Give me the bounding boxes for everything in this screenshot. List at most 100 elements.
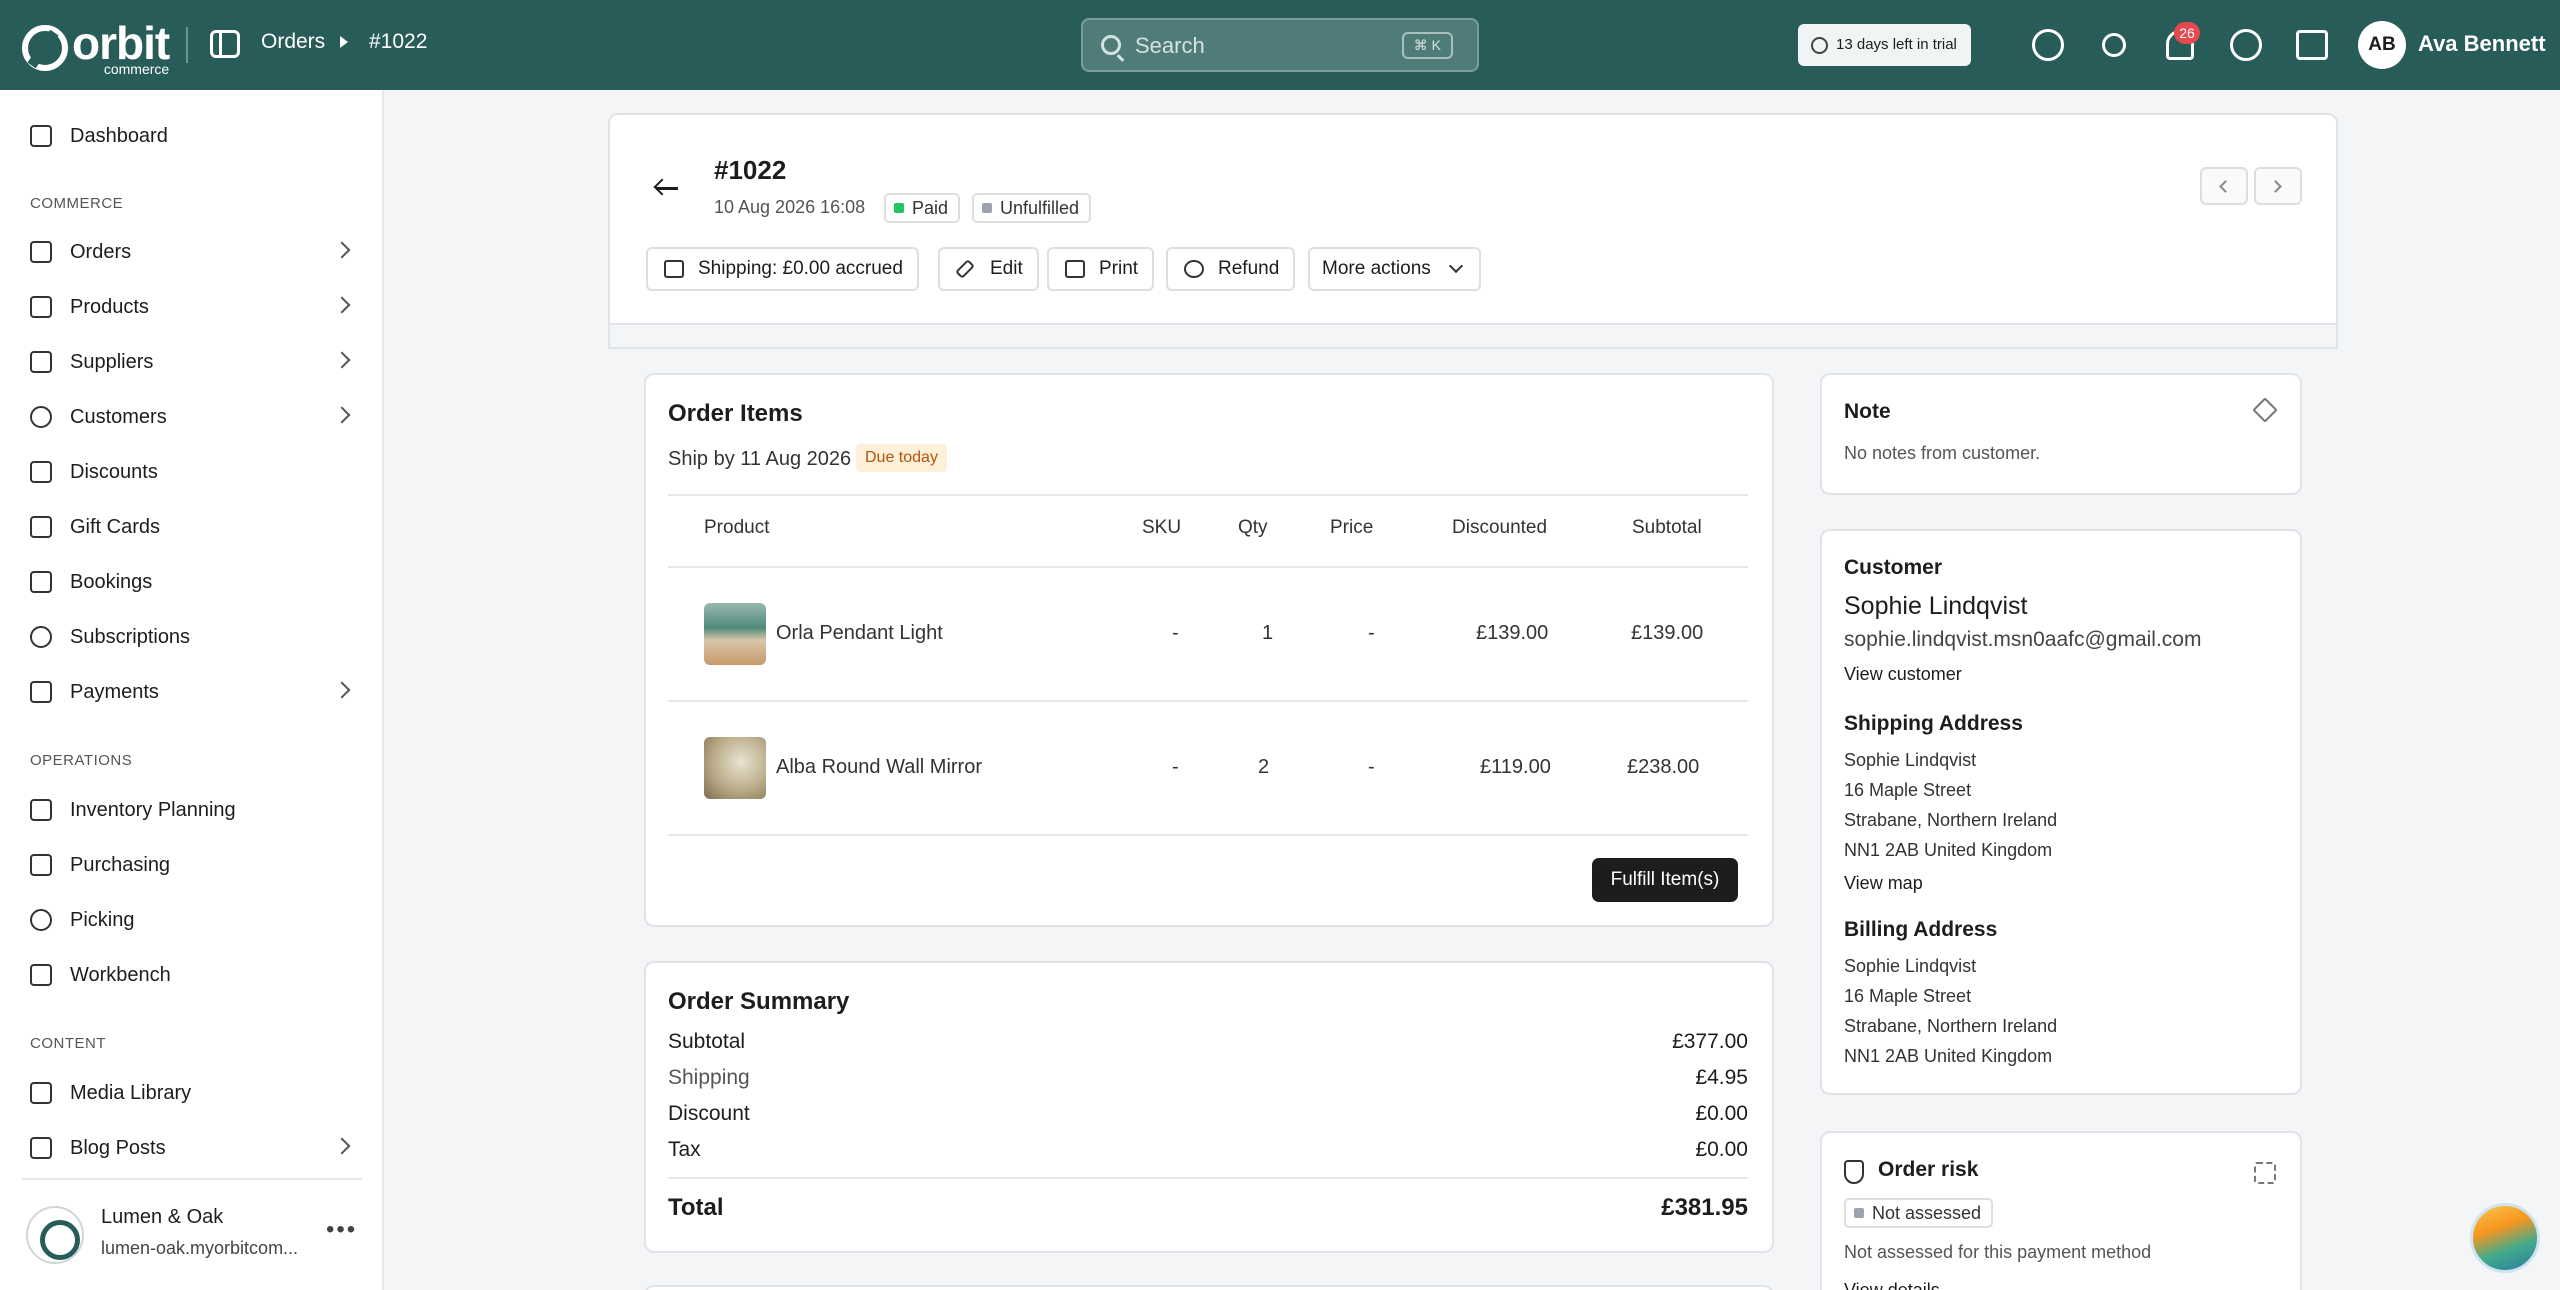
section-operations: OPERATIONS xyxy=(30,752,133,769)
store-logo[interactable] xyxy=(26,1206,84,1264)
assistant-launcher-icon[interactable] xyxy=(2470,1203,2540,1273)
summary-value: £381.95 xyxy=(1661,1194,1748,1221)
box-icon xyxy=(30,296,52,318)
row-subtotal: £238.00 xyxy=(1627,756,1700,778)
feedback-icon[interactable] xyxy=(2032,29,2064,61)
search-input[interactable] xyxy=(1135,28,1375,64)
summary-value: £377.00 xyxy=(1672,1030,1748,1053)
column-product: Product xyxy=(704,517,770,538)
edit-button[interactable]: Edit xyxy=(938,247,1039,291)
risk-text: Not assessed for this payment method xyxy=(1844,1242,2152,1262)
billing-address-line: Strabane, Northern Ireland xyxy=(1844,1016,2058,1036)
scan-icon[interactable] xyxy=(2254,1162,2276,1184)
breadcrumb-current: #1022 xyxy=(369,30,428,53)
section-content: CONTENT xyxy=(30,1035,106,1052)
row-sku: - xyxy=(1172,756,1179,778)
row-qty: 2 xyxy=(1258,756,1270,778)
row-sku: - xyxy=(1172,622,1179,644)
chevron-right-icon xyxy=(333,681,351,699)
previous-order-button[interactable] xyxy=(2200,167,2248,205)
order-date: 10 Aug 2026 16:08 xyxy=(714,197,866,217)
print-button[interactable]: Print xyxy=(1047,247,1155,291)
product-thumbnail[interactable] xyxy=(704,603,766,665)
chevron-right-icon xyxy=(333,296,351,314)
notification-count-badge: 26 xyxy=(2174,22,2200,44)
sidebar-item-gift-cards[interactable]: Gift Cards xyxy=(30,511,360,543)
sidebar-item-label: Inventory Planning xyxy=(70,798,236,821)
product-name[interactable]: Alba Round Wall Mirror xyxy=(776,756,982,779)
chevron-left-icon xyxy=(2219,180,2232,193)
sidebar-item-blog-posts[interactable]: Blog Posts xyxy=(30,1132,360,1164)
not-assessed-badge: Not assessed xyxy=(1844,1198,1994,1228)
search-bar[interactable]: ⌘ K xyxy=(1081,18,1479,72)
calendar-icon xyxy=(30,571,52,593)
chevron-right-icon xyxy=(333,351,351,369)
sidebar-item-picking[interactable]: Picking xyxy=(30,904,360,936)
table-divider xyxy=(668,834,1748,836)
building-icon xyxy=(30,351,52,373)
fulfill-items-button[interactable]: Fulfill Item(s) xyxy=(1592,858,1738,902)
user-avatar[interactable]: AB xyxy=(2358,21,2406,69)
summary-label: Shipping xyxy=(668,1066,750,1089)
sidebar-item-workbench[interactable]: Workbench xyxy=(30,959,360,991)
customer-title: Customer xyxy=(1844,556,1943,579)
next-order-button[interactable] xyxy=(2254,167,2302,205)
box-icon xyxy=(30,854,52,876)
header-card-base xyxy=(608,325,2338,349)
sidebar-toggle-icon[interactable] xyxy=(210,30,240,58)
image-icon xyxy=(30,1082,52,1104)
map-pin-icon xyxy=(30,909,52,931)
breadcrumb-orders[interactable]: Orders xyxy=(261,30,325,54)
sidebar-item-subscriptions[interactable]: Subscriptions xyxy=(30,621,360,653)
summary-subtotal-row: Subtotal £377.00 xyxy=(668,1030,1748,1054)
order-items-title: Order Items xyxy=(668,400,803,427)
shipping-accrued-button[interactable]: Shipping: £0.00 accrued xyxy=(646,247,919,291)
view-customer-link[interactable]: View customer xyxy=(1844,664,1962,685)
sidebar-item-suppliers[interactable]: Suppliers xyxy=(30,346,360,378)
store-name[interactable]: Lumen & Oak xyxy=(101,1206,223,1229)
sidebar-item-products[interactable]: Products xyxy=(30,291,360,323)
view-risk-details-link[interactable]: View details xyxy=(1844,1280,1940,1290)
tag-icon xyxy=(30,461,52,483)
customer-email[interactable]: sophie.lindqvist.msn0aafc@gmail.com xyxy=(1844,628,2201,652)
orbit-logo-icon xyxy=(22,25,68,71)
orbit-logo[interactable]: orbit commerce xyxy=(22,17,170,76)
search-icon xyxy=(1101,35,1121,55)
product-thumbnail[interactable] xyxy=(704,737,766,799)
sidebar-item-media-library[interactable]: Media Library xyxy=(30,1077,360,1109)
shipping-address-line: Sophie Lindqvist xyxy=(1844,750,1977,770)
sidebar-item-dashboard[interactable]: Dashboard xyxy=(30,120,360,152)
due-today-badge: Due today xyxy=(856,444,947,472)
product-name[interactable]: Orla Pendant Light xyxy=(776,622,943,645)
chevron-right-icon xyxy=(333,241,351,259)
unfulfilled-badge: Unfulfilled xyxy=(972,193,1092,223)
logo-wordmark: orbit xyxy=(72,17,170,69)
help-lifebuoy-icon[interactable] xyxy=(2230,29,2262,61)
receipt-icon xyxy=(30,241,52,263)
sidebar-item-inventory-planning[interactable]: Inventory Planning xyxy=(30,794,360,826)
theme-toggle-icon[interactable] xyxy=(2102,33,2126,57)
row-qty: 1 xyxy=(1262,622,1274,644)
more-options-icon[interactable]: ••• xyxy=(326,1216,357,1244)
storefront-icon[interactable] xyxy=(2296,30,2328,60)
sidebar-item-orders[interactable]: Orders xyxy=(30,236,360,268)
store-url: lumen-oak.myorbitcom... xyxy=(101,1238,299,1258)
more-actions-button[interactable]: More actions xyxy=(1308,247,1481,291)
sidebar-item-customers[interactable]: Customers xyxy=(30,401,360,433)
user-name[interactable]: Ava Bennett xyxy=(2418,31,2546,57)
sidebar-item-bookings[interactable]: Bookings xyxy=(30,566,360,598)
sidebar-item-purchasing[interactable]: Purchasing xyxy=(30,849,360,881)
search-shortcut: ⌘ K xyxy=(1401,32,1453,59)
shipping-address-line: NN1 2AB United Kingdom xyxy=(1844,840,2053,860)
chevron-right-icon xyxy=(2269,180,2282,193)
sidebar-item-discounts[interactable]: Discounts xyxy=(30,456,360,488)
column-discounted: Discounted xyxy=(1452,517,1548,538)
sidebar-item-label: Workbench xyxy=(70,963,171,986)
section-commerce: COMMERCE xyxy=(30,195,124,212)
view-map-link[interactable]: View map xyxy=(1844,873,1923,894)
trial-badge[interactable]: 13 days left in trial xyxy=(1798,24,1971,66)
refund-button[interactable]: Refund xyxy=(1166,247,1296,291)
sidebar-item-payments[interactable]: Payments xyxy=(30,676,360,708)
summary-value: £0.00 xyxy=(1695,1102,1748,1125)
back-arrow-icon[interactable] xyxy=(656,187,678,190)
